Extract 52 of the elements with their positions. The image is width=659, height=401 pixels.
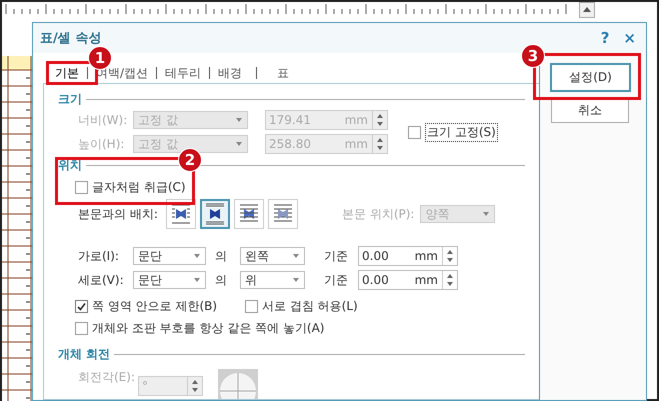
section-title: 개체 회전 xyxy=(58,346,110,362)
field-label: 기준 xyxy=(324,248,348,264)
checkbox[interactable] xyxy=(245,300,258,312)
dropdown[interactable]: 문단 xyxy=(133,247,206,265)
dropdown[interactable]: 왼쪽 xyxy=(240,247,305,265)
help-button[interactable]: ? xyxy=(600,29,610,47)
tab[interactable]: 배경 xyxy=(210,66,258,78)
section-title: 위치 xyxy=(58,156,82,174)
field-label: 의 xyxy=(215,272,227,288)
checkbox[interactable] xyxy=(75,300,88,312)
checkbox[interactable] xyxy=(75,322,88,334)
field-label: 본문과의 배치: xyxy=(78,206,159,222)
scroll-up-icon xyxy=(579,2,595,18)
caret-icon xyxy=(193,253,201,259)
window-title: 표/셀 속성 xyxy=(40,30,102,47)
field-label: 회전각(E): xyxy=(78,369,136,386)
number-field[interactable]: 0.00 mm xyxy=(358,270,458,290)
wrap-option-button[interactable] xyxy=(268,199,298,229)
field-label: 너비(W): xyxy=(78,112,128,128)
checkbox-label: 쪽 영역 안으로 제한(B) xyxy=(92,298,218,314)
dropdown[interactable]: 문단 xyxy=(133,271,206,289)
tab[interactable]: 표 xyxy=(257,66,298,78)
caret-icon xyxy=(292,253,300,259)
caret-icon xyxy=(482,211,490,217)
checkbox[interactable] xyxy=(75,180,88,194)
step-number-badge: 2 xyxy=(178,148,202,172)
wrap-option-button[interactable] xyxy=(234,199,264,229)
tab[interactable]: 기본 xyxy=(43,66,88,78)
field-label: 기준 xyxy=(324,272,348,288)
section-title: 크기 xyxy=(58,90,82,108)
step-number-badge: 1 xyxy=(88,46,112,70)
field-label: 본문 위치(P): xyxy=(342,206,414,222)
number-field[interactable]: 0.00 mm xyxy=(358,246,458,266)
field-label: 가로(I): xyxy=(78,248,120,264)
caret-icon xyxy=(235,141,243,147)
caret-icon xyxy=(292,277,300,283)
field-label: 의 xyxy=(215,248,227,264)
checkbox-label: 글자처럼 취급(C) xyxy=(92,178,186,196)
butterfly-icon xyxy=(204,201,226,227)
field-label: 높이(H): xyxy=(78,136,126,152)
checkbox-label: 개체와 조판 부호를 항상 같은 쪽에 놓기(A) xyxy=(92,320,324,336)
checkbox-label: 서로 겹침 허용(L) xyxy=(262,298,358,314)
checkbox[interactable] xyxy=(408,126,421,138)
tab[interactable]: 테두리 xyxy=(157,66,210,78)
close-button[interactable]: × xyxy=(623,29,636,47)
field-label: 세로(V): xyxy=(78,272,125,288)
dropdown[interactable]: 위 xyxy=(240,271,305,289)
checkbox-label: 크기 고정(S) xyxy=(425,122,498,142)
caret-icon xyxy=(235,117,243,123)
dialog-button[interactable]: 설정(D) xyxy=(550,63,631,92)
caret-icon xyxy=(193,277,201,283)
wrap-option-button[interactable] xyxy=(200,199,230,229)
